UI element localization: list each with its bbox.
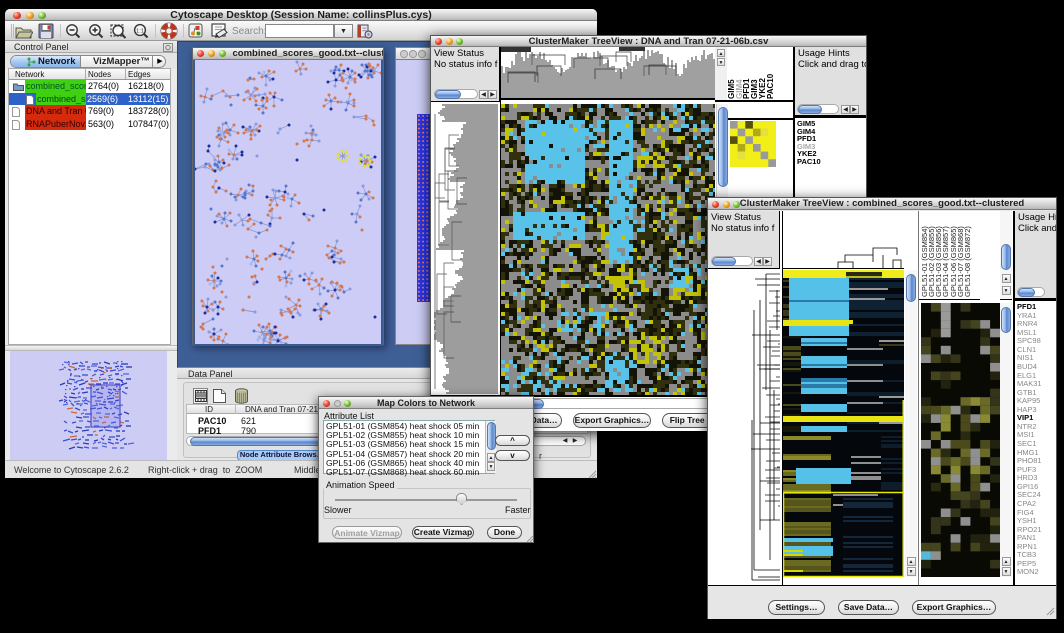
svg-text:1:1: 1:1: [136, 29, 144, 35]
